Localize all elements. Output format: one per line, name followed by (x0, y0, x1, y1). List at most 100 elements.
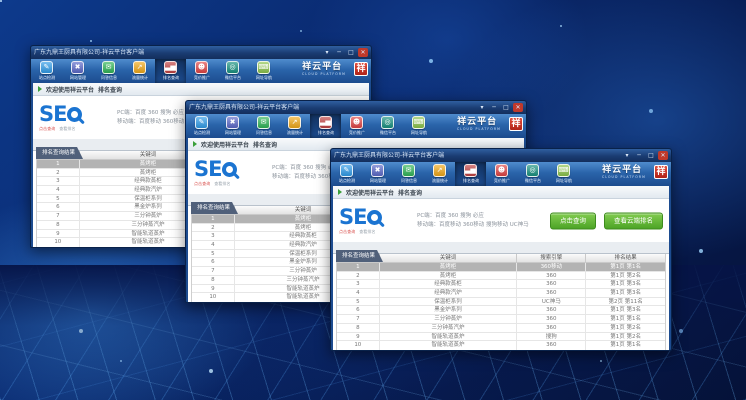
toolbar-item-4[interactable]: ↗流量统计 (424, 162, 455, 186)
toolbar-item-1[interactable]: ✎站点检测 (331, 162, 362, 186)
toolbar-item-label: 网站管理 (224, 130, 240, 135)
table-row[interactable]: 1蒸烤柜360移动第1页 第1名 (337, 263, 665, 272)
close-button[interactable]: ✕ (358, 48, 368, 57)
cell-no: 7 (337, 315, 380, 323)
toolbar-item-8[interactable]: ⌨网址导航 (403, 114, 434, 138)
rank-table: 序号 关键词 搜索引擎 排名结果 1蒸烤柜360移动第1页 第1名2蒸烤柜360… (336, 254, 666, 350)
tab-rank-results[interactable]: 排名查询结果 (336, 250, 383, 262)
toolbar-item-1[interactable]: ✎站点检测 (31, 59, 62, 83)
title-bar[interactable]: 广东九鼎王厨具有限公司-祥云平台客户端 ▾─□✕ (31, 46, 371, 59)
table-row[interactable]: 5保温柜系列UC神马第2页 第11名 (337, 298, 665, 307)
window-controls: ▾─□✕ (322, 48, 368, 57)
table-row[interactable]: 7三分钟蒸炉360第1页 第1名 (337, 315, 665, 324)
skin-button[interactable]: ▾ (477, 103, 487, 112)
seo-banner: SE 点击查询 查看排名 PC端：百度 360 搜狗 必应 移动端：百度移动 3… (333, 199, 669, 242)
seo-logo-caption-right: 查看排名 (359, 230, 375, 235)
cell-engine: 360 (517, 289, 586, 297)
close-button[interactable]: ✕ (658, 151, 668, 160)
toolbar-item-6[interactable]: ☻竞价推广 (186, 59, 217, 83)
table-row[interactable]: 3经典款蒸柜360第1页 第3名 (337, 280, 665, 289)
title-bar[interactable]: 广东九鼎王厨具有限公司-祥云平台客户端 ▾─□✕ (186, 101, 526, 114)
toolbar-item-label: 竞价推广 (193, 75, 209, 80)
toolbar-item-8[interactable]: ⌨网址导航 (548, 162, 579, 186)
table-row[interactable]: 8三分钟蒸汽炉360第1页 第2名 (337, 324, 665, 333)
brand-seal-icon: 祥 (509, 117, 523, 131)
toolbar-item-2[interactable]: ✖网站管理 (217, 114, 248, 138)
minimize-button[interactable]: ─ (489, 103, 499, 112)
chart-line-icon: ↗ (133, 61, 146, 74)
cloud-rank-button[interactable]: 查看云端排名 (604, 212, 663, 229)
toolbar-item-6[interactable]: ☻竞价推广 (341, 114, 372, 138)
toolbar-item-5[interactable]: ▃▅▇排名查询 (310, 114, 341, 138)
breadcrumb-section: 排名查询 (253, 140, 277, 149)
minimize-button[interactable]: ─ (334, 48, 344, 57)
toolbar-item-7[interactable]: ◎微信平台 (372, 114, 403, 138)
tools-icon: ✖ (371, 164, 384, 177)
toolbar-item-2[interactable]: ✖网站管理 (62, 59, 93, 83)
maximize-button[interactable]: □ (346, 48, 356, 57)
brand: 祥云平台 CLOUD PLATFORM 祥 (457, 117, 523, 131)
toolbar-item-label: 竞价推广 (493, 178, 509, 183)
seo-logo: SE 点击查询 查看排名 (39, 104, 117, 132)
seo-logo: SE 点击查询 查看排名 (194, 159, 272, 187)
table-row[interactable]: 4经典款汽炉360第1页 第3名 (337, 289, 665, 298)
toolbar-item-3[interactable]: ✉问答信息 (93, 59, 124, 83)
toolbar-item-label: 网址导航 (410, 130, 426, 135)
banner-buttons: 点击查询 查看云端排名 (550, 212, 663, 229)
toolbar-item-1[interactable]: ✎站点检测 (186, 114, 217, 138)
toolbar-item-3[interactable]: ✉问答信息 (393, 162, 424, 186)
cell-result: 第1页 第3名 (586, 280, 665, 288)
table-row[interactable]: 9智能轨道蒸炉搜狗第1页 第2名 (337, 333, 665, 342)
toolbar-item-label: 问答信息 (400, 178, 416, 183)
chart-bar-icon: ▃▅▇ (164, 61, 177, 74)
cell-no: 9 (192, 285, 235, 293)
toolbar-item-label: 站点检测 (193, 130, 209, 135)
header-result: 排名结果 (586, 254, 665, 262)
table-row[interactable]: 6黑金炉系列360第1页 第3名 (337, 306, 665, 315)
cell-keyword: 保温柜系列 (380, 298, 518, 306)
title-bar[interactable]: 广东九鼎王厨具有限公司-祥云平台客户端 ▾─□✕ (331, 149, 671, 162)
toolbar-item-7[interactable]: ◎微信平台 (217, 59, 248, 83)
cell-keyword: 蒸烤柜 (380, 272, 518, 280)
cell-keyword: 智能轨道蒸炉 (380, 341, 518, 350)
seo-logo-text: SE (339, 207, 366, 228)
mouse-icon: ⌨ (412, 116, 425, 129)
toolbar-item-6[interactable]: ☻竞价推广 (486, 162, 517, 186)
table-row[interactable]: 2蒸烤柜360第1页 第2名 (337, 272, 665, 281)
maximize-button[interactable]: □ (501, 103, 511, 112)
cell-result: 第1页 第1名 (586, 263, 665, 271)
tab-rank-results[interactable]: 排名查询结果 (36, 147, 83, 159)
header-engine: 搜索引擎 (517, 254, 586, 262)
maximize-button[interactable]: □ (646, 151, 656, 160)
cell-no: 7 (37, 212, 80, 220)
query-button[interactable]: 点击查询 (550, 212, 596, 229)
toolbar-item-7[interactable]: ◎微信平台 (517, 162, 548, 186)
toolbar-item-3[interactable]: ✉问答信息 (248, 114, 279, 138)
close-button[interactable]: ✕ (513, 103, 523, 112)
toolbar-item-5[interactable]: ▃▅▇排名查询 (155, 59, 186, 83)
toolbar-item-label: 站点检测 (38, 75, 54, 80)
users-icon: ☻ (195, 61, 208, 74)
toolbar-item-4[interactable]: ↗流量统计 (124, 59, 155, 83)
toolbar-item-2[interactable]: ✖网站管理 (362, 162, 393, 186)
minimize-button[interactable]: ─ (634, 151, 644, 160)
chart-line-icon: ↗ (288, 116, 301, 129)
table-row[interactable]: 10智能轨道蒸炉360第1页 第1名 (337, 341, 665, 350)
tools-icon: ✖ (71, 61, 84, 74)
toolbar-item-4[interactable]: ↗流量统计 (279, 114, 310, 138)
cell-keyword: 黑金炉系列 (380, 306, 518, 314)
toolbar-item-5[interactable]: ▃▅▇排名查询 (455, 162, 486, 186)
cell-no: 1 (37, 160, 80, 168)
skin-button[interactable]: ▾ (622, 151, 632, 160)
cell-no: 9 (37, 230, 80, 238)
toolbar-item-label: 流量统计 (431, 178, 447, 183)
seo-logo-text: SE (194, 159, 221, 180)
toolbar-item-8[interactable]: ⌨网址导航 (248, 59, 279, 83)
skin-button[interactable]: ▾ (322, 48, 332, 57)
header-keyword: 关键词 (380, 254, 518, 262)
tab-rank-results[interactable]: 排名查询结果 (191, 202, 238, 214)
cell-result: 第1页 第3名 (586, 289, 665, 297)
platform-icon: ◎ (226, 61, 239, 74)
tab-strip: 排名查询结果 (333, 242, 669, 254)
mouse-icon: ⌨ (557, 164, 570, 177)
